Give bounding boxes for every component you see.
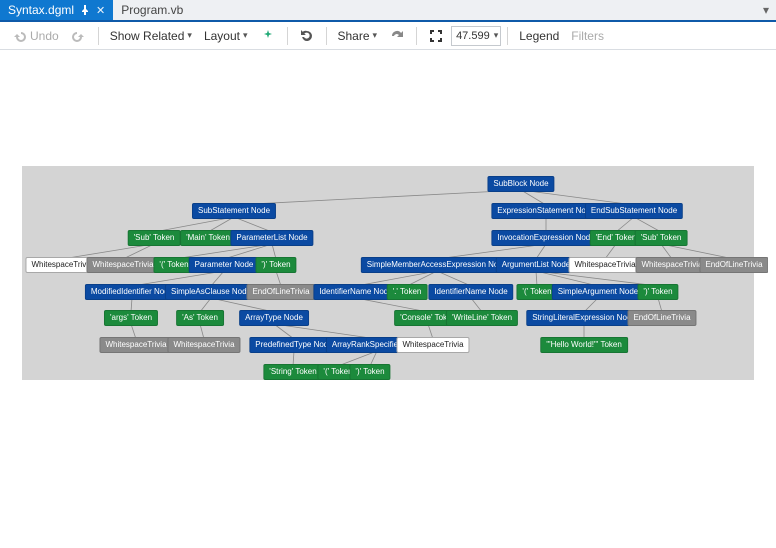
graph-node[interactable]: EndOfLineTrivia [246,284,315,300]
graph-node[interactable]: WhitespaceTrivia [635,257,708,273]
close-icon[interactable]: ✕ [96,4,105,17]
share-label: Share [338,29,370,43]
separator [98,27,99,45]
graph-node[interactable]: ParameterList Node [230,230,313,246]
tab-label: Syntax.dgml [8,3,74,17]
graph-node[interactable]: WhitespaceTrivia [396,337,469,353]
separator [287,27,288,45]
export-button[interactable] [384,25,410,47]
graph-node[interactable]: WhitespaceTrivia [568,257,641,273]
graph-node[interactable]: 'Sub' Token [635,230,688,246]
graph-node[interactable]: SimpleAsClause Node [165,284,257,300]
chevron-down-icon: ▾ [243,30,248,41]
layout-button[interactable]: Layout ▾ [199,25,253,47]
zoom-value: 47.599 [456,30,490,42]
graph-node[interactable]: 'WriteLine' Token [446,310,518,326]
filters-button[interactable]: Filters [566,25,609,47]
graph-node[interactable]: '"Hello World!"' Token [540,337,628,353]
refresh-button[interactable] [294,25,320,47]
fit-zoom-icon [428,28,444,44]
canvas-wrap: SubBlock NodeSubStatement NodeExpression… [0,50,776,548]
filters-label: Filters [571,29,604,43]
show-related-label: Show Related [110,29,185,43]
map-filter-button[interactable] [255,25,281,47]
graph-node[interactable]: StringLiteralExpression Node [526,310,642,326]
graph-node[interactable]: SimpleArgument Node [552,284,644,300]
tab-program-vb[interactable]: Program.vb [113,0,191,20]
graph-node[interactable]: 'Main' Token [180,230,236,246]
tab-strip: Syntax.dgml ✕ Program.vb ▾ [0,0,776,22]
separator [416,27,417,45]
tab-syntax-dgml[interactable]: Syntax.dgml ✕ [0,0,113,20]
graph-node[interactable]: IdentifierName Node [428,284,513,300]
separator [326,27,327,45]
window-dropdown-icon[interactable]: ▾ [756,0,776,20]
legend-label: Legend [519,29,559,43]
chevron-down-icon: ▾ [373,30,378,41]
redo-icon [71,28,87,44]
sparkle-icon [260,28,276,44]
graph-node[interactable]: 'String' Token [263,364,322,380]
chevron-down-icon: ▾ [187,30,192,41]
tab-label: Program.vb [121,3,183,17]
redo-button[interactable] [66,25,92,47]
graph-node[interactable]: WhitespaceTrivia [86,257,159,273]
undo-label: Undo [30,29,59,43]
graph-node[interactable]: EndOfLineTrivia [627,310,696,326]
graph-node[interactable]: 'As' Token [176,310,224,326]
graph-node[interactable]: SubStatement Node [192,203,276,219]
toolbar: Undo Show Related ▾ Layout ▾ Share ▾ [0,22,776,50]
fit-button[interactable] [423,25,449,47]
share-button[interactable]: Share ▾ [333,25,383,47]
separator [507,27,508,45]
refresh-icon [299,28,315,44]
graph-node[interactable]: EndOfLineTrivia [699,257,768,273]
graph-node[interactable]: SimpleMemberAccessExpression Node [361,257,514,273]
undo-button[interactable]: Undo [6,25,64,47]
export-icon [389,28,405,44]
zoom-input[interactable]: 47.599 ▾ [451,26,501,46]
legend-button[interactable]: Legend [514,25,564,47]
graph-node[interactable]: '.' Token [387,284,428,300]
graph-node[interactable]: Parameter Node [189,257,260,273]
graph-node[interactable]: ArgumentList Node [496,257,576,273]
graph-node[interactable]: ')' Token [637,284,678,300]
graph-node[interactable]: ArrayType Node [239,310,309,326]
graph-node[interactable]: InvocationExpression Node [491,230,600,246]
graph-node[interactable]: WhitespaceTrivia [99,337,172,353]
pin-icon[interactable] [80,5,90,15]
graph-node[interactable]: 'args' Token [104,310,158,326]
show-related-button[interactable]: Show Related ▾ [105,25,197,47]
graph-area[interactable]: SubBlock NodeSubStatement NodeExpression… [22,166,754,380]
diagram-canvas[interactable]: SubBlock NodeSubStatement NodeExpression… [8,58,768,540]
chevron-down-icon: ▾ [494,30,499,41]
graph-node[interactable]: WhitespaceTrivia [167,337,240,353]
graph-node[interactable]: ')' Token [255,257,296,273]
graph-node[interactable]: SubBlock Node [487,176,554,192]
undo-icon [11,28,27,44]
graph-node[interactable]: ')' Token [349,364,390,380]
graph-node[interactable]: 'Sub' Token [128,230,181,246]
layout-label: Layout [204,29,240,43]
graph-node[interactable]: EndSubStatement Node [585,203,683,219]
